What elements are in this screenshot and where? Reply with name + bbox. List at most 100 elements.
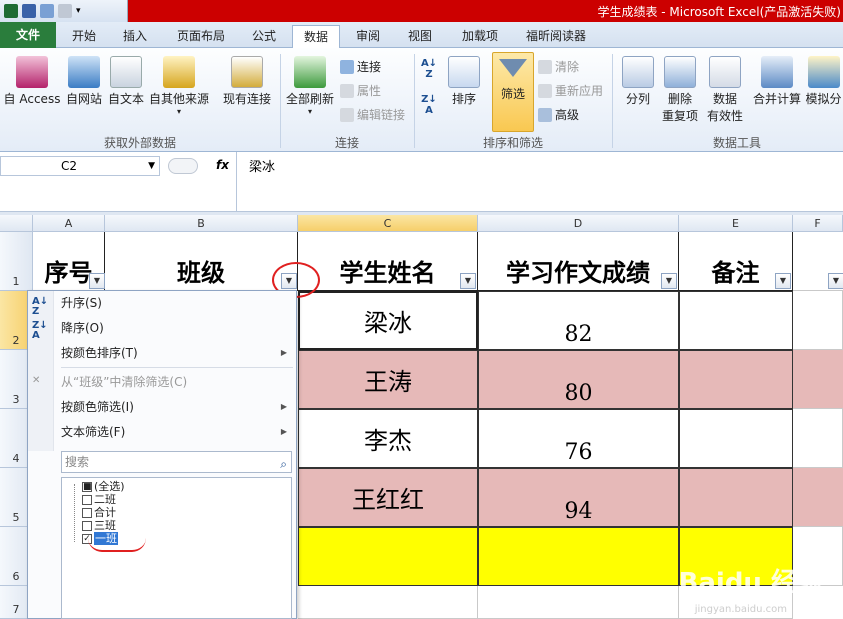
submenu-arrow-icon: ▶	[280, 348, 287, 357]
from-other-sources-button[interactable]: 自其他来源 ▾	[146, 56, 212, 116]
existing-connections-button[interactable]: 现有连接	[218, 56, 276, 107]
menu-clear-filter[interactable]: 从“班级”中清除筛选(C)	[61, 371, 293, 393]
filter-dropdown-d[interactable]: ▼	[661, 273, 677, 289]
menu-sort-descending[interactable]: 降序(O)	[61, 317, 293, 339]
filter-item[interactable]: 二班	[82, 493, 116, 506]
from-web-button[interactable]: 自网站	[62, 56, 106, 107]
reapply-button[interactable]: 重新应用	[538, 82, 603, 99]
select-all-corner[interactable]	[0, 215, 33, 232]
undo-icon[interactable]	[40, 4, 54, 18]
tab-file[interactable]: 文件	[0, 22, 56, 48]
connections-button[interactable]: 连接	[340, 58, 381, 75]
text-to-columns-button[interactable]: 分列	[618, 56, 658, 107]
notes-cell[interactable]	[679, 468, 793, 527]
cell-f2[interactable]	[793, 291, 843, 350]
notes-cell[interactable]	[679, 350, 793, 409]
checkbox-unchecked[interactable]	[82, 507, 92, 518]
remove-duplicates-button[interactable]: 删除 重复项	[660, 56, 700, 124]
student-name-cell[interactable]: 梁冰	[298, 291, 478, 350]
filter-search-input[interactable]: 搜索 ⌕	[61, 451, 292, 473]
filter-dropdown-f[interactable]: ▼	[828, 273, 843, 289]
formula-bar-splitter[interactable]	[168, 158, 198, 174]
filter-item[interactable]: 合计	[82, 506, 116, 519]
student-name-cell[interactable]: 王红红	[298, 468, 478, 527]
redo-icon[interactable]	[58, 4, 72, 18]
baidu-watermark: Baidu 经验	[678, 568, 823, 598]
empty-cell[interactable]	[298, 527, 478, 586]
tab-foxit-reader[interactable]: 福昕阅读器	[518, 25, 594, 48]
menu-filter-by-color[interactable]: 按颜色筛选(I) ▶	[61, 396, 293, 418]
menu-text-filters[interactable]: 文本筛选(F) ▶	[61, 421, 293, 443]
clear-filter-icon	[538, 59, 552, 74]
tab-page-layout[interactable]: 页面布局	[168, 25, 234, 48]
menu-sort-by-color[interactable]: 按颜色排序(T) ▶	[61, 342, 293, 364]
properties-button[interactable]: 属性	[340, 82, 381, 99]
group-label-data-tools: 数据工具	[712, 136, 761, 150]
tab-home[interactable]: 开始	[62, 25, 106, 48]
score-cell[interactable]: 82	[478, 291, 679, 350]
score-cell[interactable]: 94	[478, 468, 679, 527]
header-cell-class[interactable]: 班级	[105, 232, 298, 291]
column-header-b[interactable]: B	[105, 215, 298, 232]
clear-filter-icon: ✕	[32, 375, 41, 386]
title-bar: ▾ 学生成绩表 - Microsoft Excel(产品激活失败)	[0, 0, 843, 22]
consolidate-button[interactable]: 合并计算	[750, 56, 804, 107]
filter-dropdown-a[interactable]: ▼	[89, 273, 105, 289]
filter-dropdown-e[interactable]: ▼	[775, 273, 791, 289]
sort-ascending-button[interactable]: A↓ Z	[418, 58, 440, 80]
column-header-f[interactable]: F	[793, 215, 843, 232]
checkbox-unchecked[interactable]	[82, 520, 92, 531]
cell-f5[interactable]	[793, 468, 843, 527]
sort-az-icon: A↓ Z	[32, 296, 49, 317]
header-cell-student-name[interactable]: 学生姓名	[298, 232, 478, 291]
filter-item[interactable]: 三班	[82, 519, 116, 532]
filter-dropdown-c[interactable]: ▼	[460, 273, 476, 289]
empty-cell[interactable]	[478, 527, 679, 586]
sort-button[interactable]: 排序	[444, 56, 484, 107]
score-cell[interactable]: 80	[478, 350, 679, 409]
empty-cell[interactable]	[478, 586, 679, 619]
cell-f4[interactable]	[793, 409, 843, 468]
tab-formulas[interactable]: 公式	[242, 25, 286, 48]
advanced-filter-button[interactable]: 高级	[538, 106, 579, 123]
menu-sort-ascending[interactable]: 升序(S)	[61, 292, 293, 314]
data-validation-button[interactable]: 数据 有效性	[702, 56, 748, 124]
save-icon[interactable]	[22, 4, 36, 18]
insert-function-icon[interactable]: fx	[216, 158, 229, 172]
what-if-icon	[807, 56, 840, 88]
column-header-a[interactable]: A	[33, 215, 105, 232]
tab-addins[interactable]: 加载项	[452, 25, 508, 48]
from-text-button[interactable]: 自文本	[106, 56, 146, 107]
row-header-1[interactable]: 1	[0, 232, 33, 291]
from-access-button[interactable]: 自 Access	[2, 56, 62, 107]
cell-f3[interactable]	[793, 350, 843, 409]
notes-cell[interactable]	[679, 291, 793, 350]
filter-button[interactable]: 筛选	[492, 52, 534, 132]
tab-review[interactable]: 审阅	[346, 25, 390, 48]
checkbox-partial[interactable]: ■	[82, 481, 92, 492]
existing-connections-icon	[231, 56, 263, 88]
name-box-dropdown-icon[interactable]: ▼	[148, 157, 155, 175]
column-header-c[interactable]: C	[298, 215, 478, 232]
refresh-all-button[interactable]: 全部刷新 ▾	[284, 56, 336, 116]
sort-descending-button[interactable]: Z↓ A	[418, 94, 440, 116]
tab-insert[interactable]: 插入	[112, 25, 158, 48]
notes-cell[interactable]	[679, 409, 793, 468]
column-header-e[interactable]: E	[679, 215, 793, 232]
name-box[interactable]: C2 ▼	[0, 156, 160, 176]
student-name-cell[interactable]: 李杰	[298, 409, 478, 468]
column-header-d[interactable]: D	[478, 215, 679, 232]
tab-data[interactable]: 数据	[292, 25, 340, 48]
edit-links-button[interactable]: 编辑链接	[340, 106, 405, 123]
header-cell-score[interactable]: 学习作文成绩	[478, 232, 679, 291]
formula-input[interactable]: 梁冰	[236, 152, 843, 212]
tab-view[interactable]: 视图	[398, 25, 442, 48]
customize-qat-icon[interactable]: ▾	[76, 6, 81, 16]
student-name-cell[interactable]: 王涛	[298, 350, 478, 409]
empty-cell[interactable]	[298, 586, 478, 619]
clear-filter-button[interactable]: 清除	[538, 58, 579, 75]
checkbox-unchecked[interactable]	[82, 494, 92, 505]
what-if-analysis-button[interactable]: 模拟分	[804, 56, 843, 107]
score-cell[interactable]: 76	[478, 409, 679, 468]
filter-item-select-all[interactable]: ■ (全选)	[82, 480, 125, 493]
